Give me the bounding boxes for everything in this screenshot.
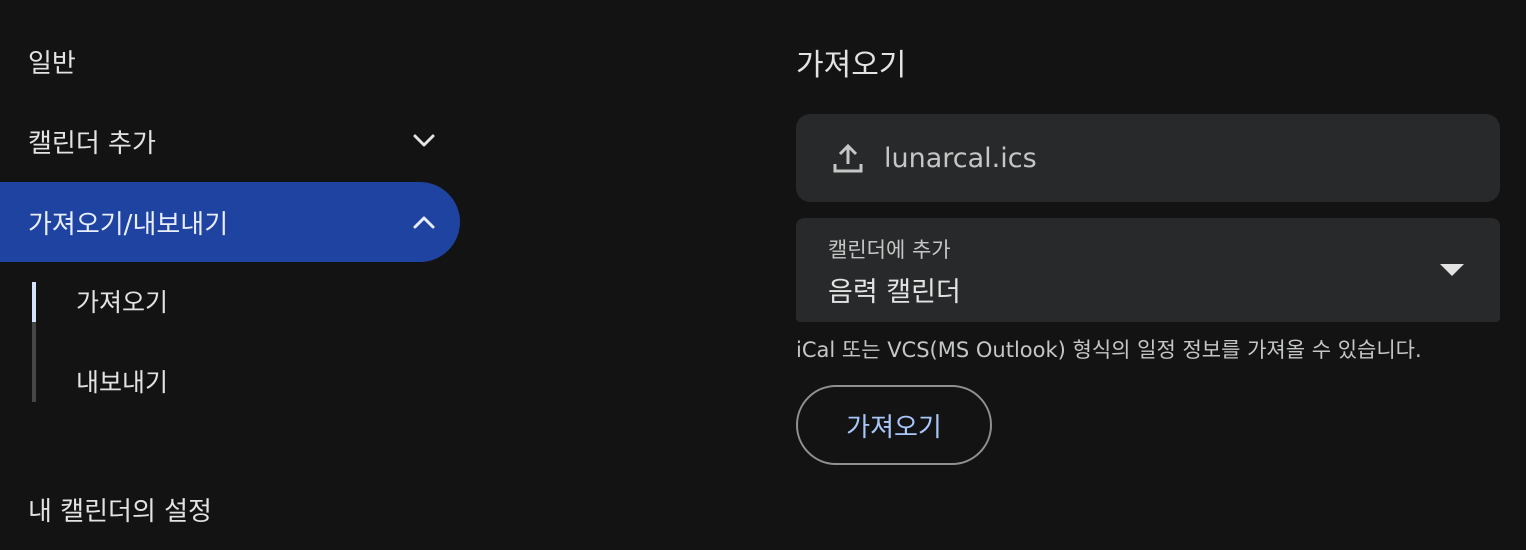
sidebar-subitem-import[interactable]: 가져오기 (76, 281, 168, 321)
chevron-up-icon[interactable] (410, 208, 438, 236)
settings-page: 일반 캘린더 추가 가져오기/내보내기 가져오기 내보내기 내 캘린더의 설정 … (0, 0, 1526, 550)
dropdown-caret-icon (1440, 264, 1464, 276)
sidebar-item-label: 내 캘린더의 설정 (28, 496, 212, 527)
upload-icon (830, 140, 866, 176)
sidebar-item-import-export[interactable]: 가져오기/내보내기 (0, 182, 460, 262)
calendar-select[interactable]: 캘린더에 추가 음력 캘린더 (796, 218, 1500, 322)
sidebar-item-label: 캘린더 추가 (28, 128, 156, 159)
import-help-text: iCal 또는 VCS(MS Outlook) 형식의 일정 정보를 가져올 수… (796, 338, 1422, 362)
import-button[interactable]: 가져오기 (796, 385, 992, 465)
sidebar-subitem-export[interactable]: 내보내기 (76, 361, 168, 401)
calendar-select-value: 음력 캘린더 (828, 277, 961, 308)
sidebar-item-add-calendar[interactable]: 캘린더 추가 (0, 101, 460, 181)
submenu-active-indicator (32, 282, 36, 322)
calendar-select-label: 캘린더에 추가 (828, 238, 951, 262)
file-picker[interactable]: lunarcal.ics (796, 114, 1500, 202)
sidebar-subitem-label: 내보내기 (76, 368, 169, 397)
settings-sidebar: 일반 캘린더 추가 가져오기/내보내기 가져오기 내보내기 내 캘린더의 설정 (0, 0, 460, 550)
sidebar-item-label: 일반 (28, 48, 76, 79)
sidebar-item-my-calendar-settings[interactable]: 내 캘린더의 설정 (0, 469, 460, 549)
sidebar-subitem-label: 가져오기 (76, 288, 169, 317)
import-section: 가져오기 lunarcal.ics 캘린더에 추가 음력 캘린더 iCal 또는… (796, 0, 1500, 550)
selected-file-name: lunarcal.ics (884, 142, 1037, 174)
page-title: 가져오기 (796, 48, 907, 83)
sidebar-item-label: 가져오기/내보내기 (28, 209, 229, 240)
chevron-down-icon[interactable] (410, 127, 438, 155)
sidebar-item-general[interactable]: 일반 (0, 21, 460, 101)
